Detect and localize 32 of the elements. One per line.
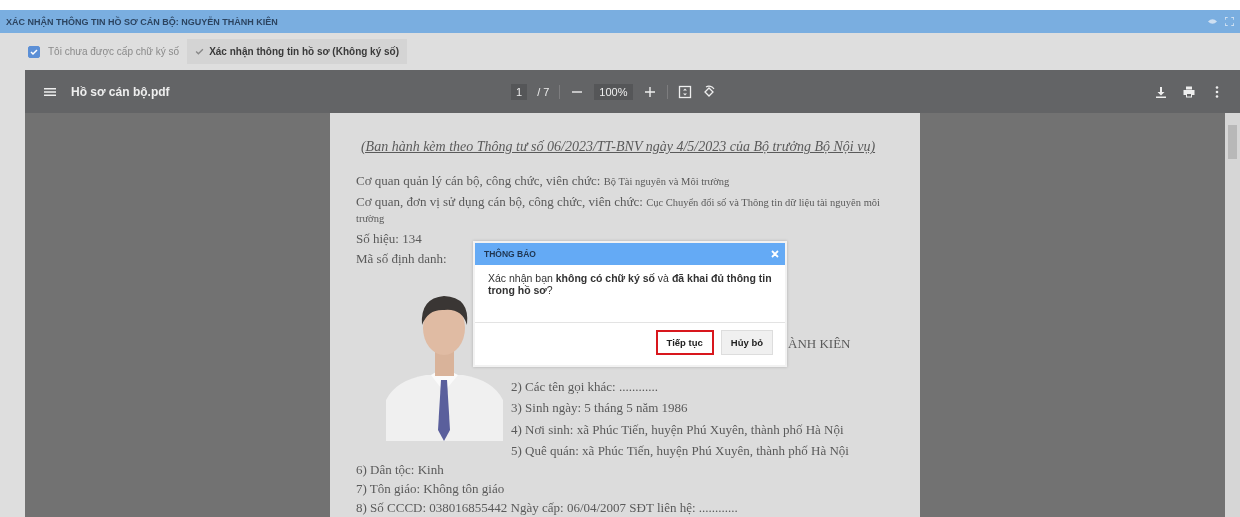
page-count: / 7: [537, 85, 550, 98]
document-line: 4) Nơi sinh: xã Phúc Tiến, huyện Phú Xuyên, thành phố Hà Nội: [511, 421, 845, 437]
document-line: 2) Các tên gọi khác: ............: [511, 378, 659, 394]
dialog-message: Xác nhận bạn không có chữ ký số và đã khai đủ thông tin trong hồ sơ?: [487, 271, 773, 298]
close-icon[interactable]: [771, 250, 779, 258]
checkbox[interactable]: [28, 45, 40, 58]
cancel-button[interactable]: Hủy bỏ: [720, 330, 773, 355]
zoom-in-icon[interactable]: [642, 84, 657, 99]
download-icon[interactable]: [1154, 84, 1168, 99]
zoom-input[interactable]: 100%: [594, 83, 633, 100]
print-icon[interactable]: [1182, 84, 1196, 99]
scrollbar[interactable]: [1225, 113, 1240, 517]
document-line: Cơ quan quản lý cán bộ, công chức, viên chức: Bộ Tài nguyên và Môi trường: [356, 173, 730, 189]
document-line: Cơ quan, đơn vị sử dụng cán bộ, công chức, viên chức: Cục Chuyển đổi số và Thông tin dữ liệu tài nguyên môi trường: [356, 194, 880, 226]
document-line: Mã số định danh:: [356, 251, 447, 266]
document-line: ÀNH KIÊN: [788, 336, 851, 352]
fit-page-icon[interactable]: [677, 84, 692, 99]
file-name: Hồ sơ cán bộ.pdf: [71, 84, 171, 99]
document-line: 8) Số CCCD: 038016855442 Ngày cấp: 06/04/2007 SĐT liên hệ: ............: [356, 500, 739, 515]
check-icon: [195, 47, 205, 56]
document-line: 6) Dân tộc: Kinh: [356, 462, 445, 477]
checkbox-label: Tôi chưa được cấp chữ ký số: [48, 46, 180, 57]
dialog-title: THÔNG BÁO: [484, 249, 537, 259]
document-heading: (Ban hành kèm theo Thông tư số 06/2023/TT-BNV ngày 4/5/2023 của Bộ trưởng Bộ Nội vụ): [359, 139, 877, 155]
page-input[interactable]: 1: [511, 83, 528, 100]
confirm-button[interactable]: Xác nhận thông tin hồ sơ (Không ký số): [187, 39, 408, 64]
window-title: XÁC NHẬN THÔNG TIN HỒ SƠ CÁN BỘ: NGUYỄN THÀNH KIÊN: [6, 16, 279, 27]
document-line: Số hiệu: 134: [356, 231, 422, 246]
document-line: 5) Quê quán: xã Phúc Tiến, huyện Phú Xuyên, thành phố Hà Nội: [511, 443, 850, 459]
document-line: 3) Sinh ngày: 5 tháng 5 năm 1986: [511, 400, 689, 416]
continue-button[interactable]: Tiếp tục: [655, 330, 714, 355]
document-line: 7) Tôn giáo: Không tôn giáo: [356, 481, 506, 496]
